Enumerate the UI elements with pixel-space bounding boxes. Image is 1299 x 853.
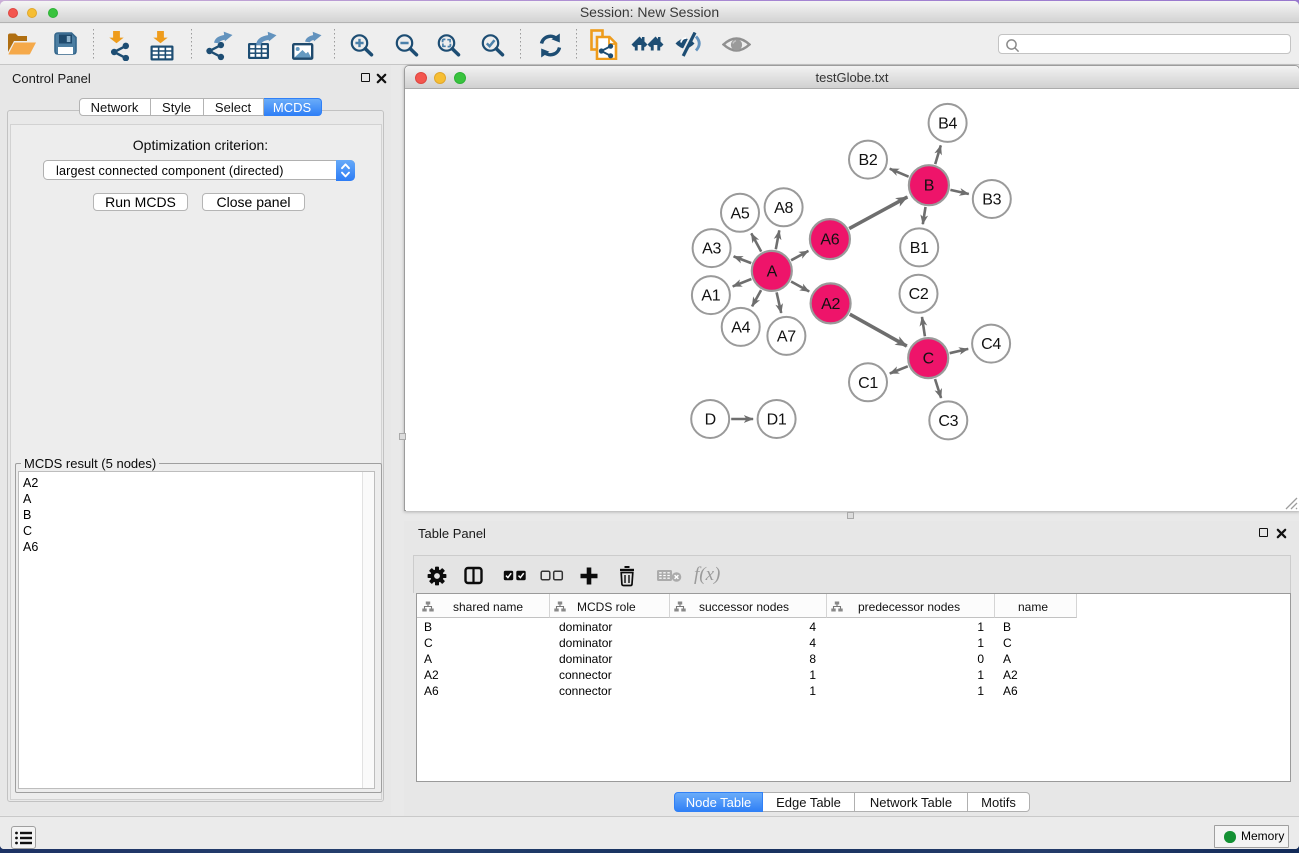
- svg-text:C2: C2: [909, 286, 929, 303]
- svg-text:C3: C3: [938, 413, 958, 430]
- svg-text:C: C: [923, 351, 934, 368]
- svg-text:D: D: [705, 412, 716, 429]
- svg-text:A2: A2: [821, 296, 840, 313]
- svg-text:C4: C4: [981, 336, 1001, 353]
- svg-text:A5: A5: [731, 205, 750, 222]
- svg-text:A4: A4: [731, 319, 750, 336]
- svg-text:A3: A3: [702, 241, 721, 258]
- svg-text:D1: D1: [767, 412, 787, 429]
- svg-text:B2: B2: [859, 152, 878, 169]
- svg-text:A8: A8: [774, 200, 793, 217]
- svg-text:B3: B3: [982, 192, 1001, 209]
- svg-text:B1: B1: [910, 240, 929, 257]
- svg-text:C1: C1: [858, 375, 878, 392]
- svg-text:A1: A1: [701, 288, 720, 305]
- svg-text:B4: B4: [938, 115, 957, 132]
- svg-text:A7: A7: [777, 328, 796, 345]
- svg-text:B: B: [924, 178, 934, 195]
- svg-text:A6: A6: [820, 232, 839, 249]
- svg-text:A: A: [767, 263, 778, 280]
